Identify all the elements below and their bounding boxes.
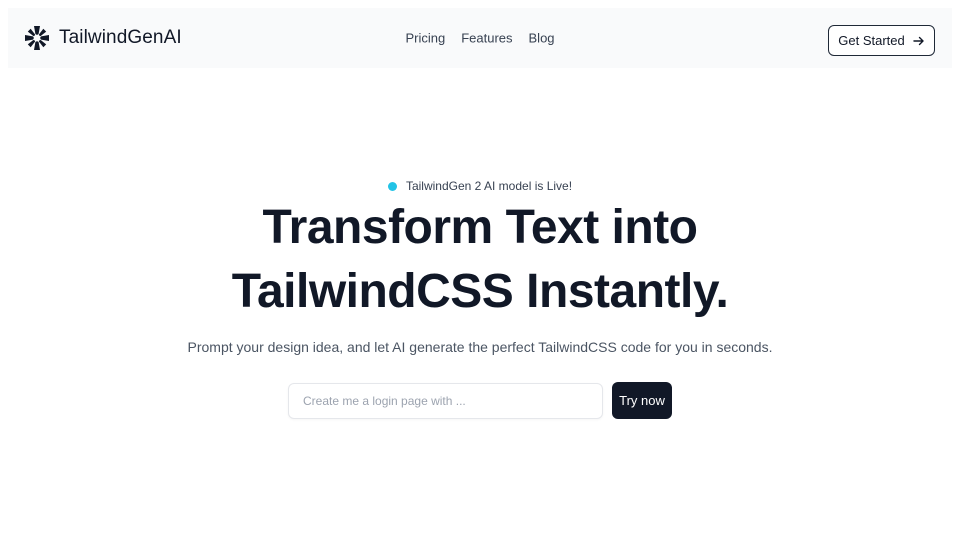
headline-line-2: TailwindCSS Instantly. bbox=[231, 265, 729, 318]
arrow-right-icon bbox=[913, 36, 924, 45]
get-started-button[interactable]: Get Started bbox=[828, 25, 935, 56]
nav-links: Pricing Features Blog bbox=[405, 31, 554, 46]
asterisk-logo-icon bbox=[25, 26, 49, 50]
nav-link-pricing[interactable]: Pricing bbox=[405, 31, 445, 46]
brand[interactable]: TailwindGenAI bbox=[24, 25, 182, 51]
live-badge-text: TailwindGen 2 AI model is Live! bbox=[405, 179, 573, 193]
live-status-dot bbox=[387, 181, 397, 191]
hero-subtitle: Prompt your design idea, and let AI gene… bbox=[187, 339, 773, 355]
get-started-label: Get Started bbox=[838, 33, 905, 48]
prompt-input[interactable] bbox=[288, 382, 603, 419]
nav-link-blog[interactable]: Blog bbox=[529, 31, 555, 46]
brand-name: TailwindGenAI bbox=[59, 27, 182, 48]
prompt-form: Try now bbox=[288, 382, 672, 419]
try-now-button[interactable]: Try now bbox=[612, 382, 672, 419]
hero-headline: Transform Text into TailwindCSS Instantl… bbox=[0, 196, 960, 324]
headline-line-1: Transform Text into bbox=[262, 201, 699, 254]
navbar: TailwindGenAI Pricing Features Blog Get … bbox=[8, 8, 952, 68]
nav-link-features[interactable]: Features bbox=[461, 31, 512, 46]
live-badge: TailwindGen 2 AI model is Live! bbox=[0, 179, 960, 193]
